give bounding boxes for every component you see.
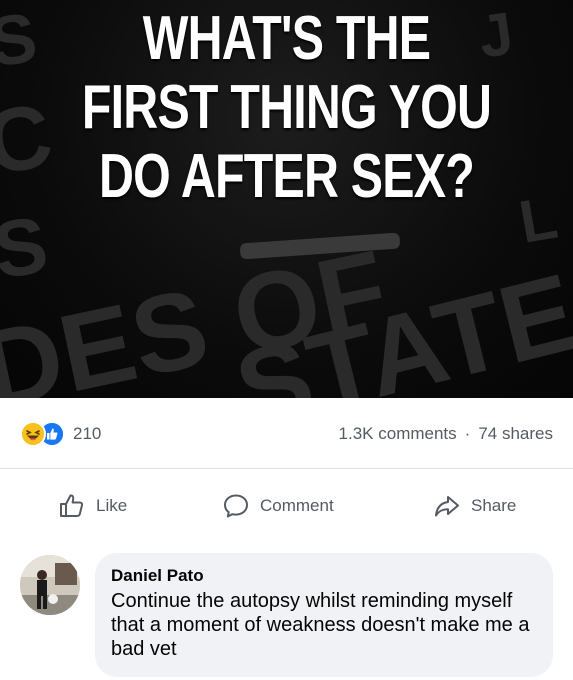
headline: WHAT'S THE FIRST THING YOU DO AFTER SEX? bbox=[63, 4, 510, 211]
shares-count[interactable]: 74 shares bbox=[478, 424, 553, 444]
comment-button[interactable]: Comment bbox=[222, 491, 334, 521]
engagement-counts: 1.3K comments · 74 shares bbox=[339, 424, 553, 444]
comment-label: Comment bbox=[260, 496, 334, 515]
avatar[interactable] bbox=[20, 555, 80, 615]
comment-text: Continue the autopsy whilst reminding my… bbox=[111, 590, 530, 660]
comment-bubble: Daniel Pato Continue the autopsy whilst … bbox=[95, 553, 553, 677]
svg-text:L: L bbox=[514, 184, 562, 256]
speech-bubble-icon bbox=[224, 494, 248, 518]
svg-text:S: S bbox=[0, 0, 42, 82]
share-label: Share bbox=[471, 496, 517, 515]
post-actions: Like Comment Share bbox=[0, 469, 573, 541]
like-label: Like bbox=[96, 496, 128, 515]
share-arrow-icon bbox=[435, 496, 459, 517]
like-button[interactable]: Like bbox=[58, 491, 127, 521]
post-stats: 210 1.3K comments · 74 shares bbox=[0, 398, 573, 469]
svg-text:S: S bbox=[0, 200, 53, 296]
headline-line-1: WHAT'S THE bbox=[142, 4, 431, 73]
share-button[interactable]: Share bbox=[433, 491, 516, 521]
reaction-count: 210 bbox=[73, 424, 102, 443]
svg-text:C: C bbox=[0, 85, 59, 195]
comment: Daniel Pato Continue the autopsy whilst … bbox=[0, 541, 573, 680]
headline-line-2: FIRST THING YOU bbox=[81, 73, 492, 142]
thumbs-up-icon bbox=[60, 494, 84, 517]
separator-dot: · bbox=[464, 424, 471, 443]
comment-author[interactable]: Daniel Pato bbox=[111, 565, 537, 587]
avatar-photo bbox=[20, 555, 80, 615]
haha-icon bbox=[20, 421, 46, 447]
comments-count[interactable]: 1.3K comments bbox=[339, 424, 457, 444]
headline-line-3: DO AFTER SEX? bbox=[99, 142, 475, 211]
post-image[interactable]: S C S J DES OF STATES 50 L WHAT'S THE FI… bbox=[0, 0, 573, 398]
reactions-summary[interactable]: 210 bbox=[20, 421, 102, 447]
